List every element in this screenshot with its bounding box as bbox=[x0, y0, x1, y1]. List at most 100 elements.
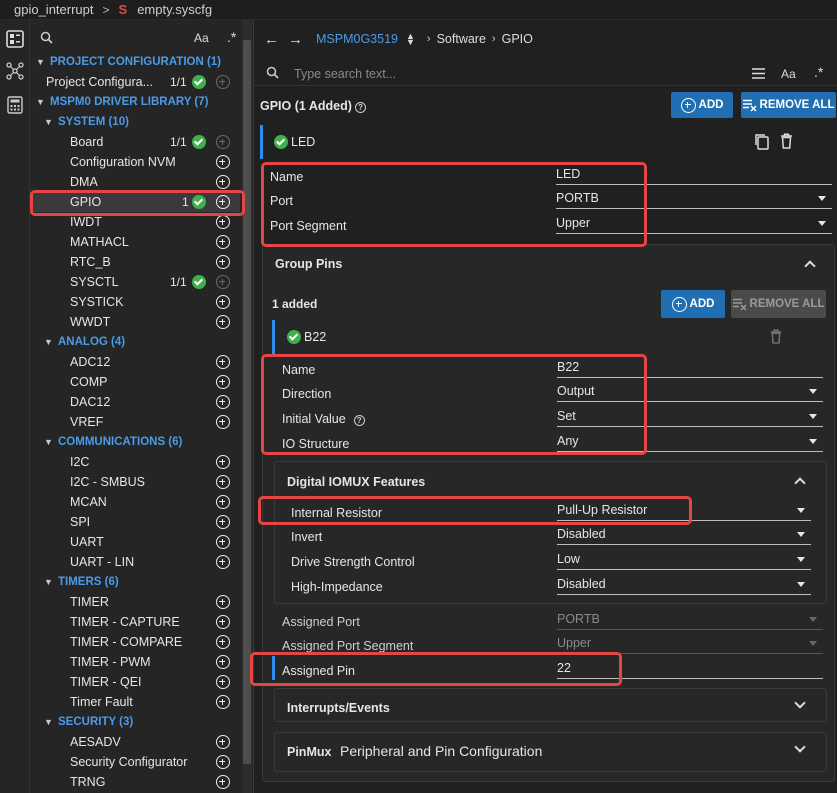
nav-section[interactable]: ▼ TIMERS (6) bbox=[30, 572, 240, 592]
add-circle-icon[interactable] bbox=[216, 255, 230, 269]
add-button[interactable]: ADD bbox=[671, 92, 733, 118]
add-circle-icon[interactable] bbox=[216, 635, 230, 649]
software-view-icon[interactable] bbox=[4, 28, 26, 50]
crumb-gpio[interactable]: GPIO bbox=[502, 32, 533, 46]
iomux-title[interactable]: Digital IOMUX Features bbox=[287, 475, 425, 489]
nav-section[interactable]: ▼ SYSTEM (10) bbox=[30, 112, 240, 132]
nav-item[interactable]: COMP bbox=[30, 372, 240, 392]
trash-icon[interactable] bbox=[770, 329, 782, 347]
chevron-down-icon[interactable]: ▼ bbox=[36, 52, 45, 72]
nav-item[interactable]: MATHACL bbox=[30, 232, 240, 252]
nav-item[interactable]: I2C - SMBUS bbox=[30, 472, 240, 492]
add-circle-icon[interactable] bbox=[216, 155, 230, 169]
pinmux-title[interactable]: PinMux bbox=[287, 745, 331, 759]
invert-select[interactable]: Disabled bbox=[557, 525, 811, 545]
remove-all-button[interactable]: REMOVE ALL bbox=[741, 92, 836, 118]
add-circle-icon[interactable] bbox=[216, 75, 230, 89]
chevron-down-icon[interactable]: ▼ bbox=[44, 712, 53, 732]
add-circle-icon[interactable] bbox=[216, 275, 230, 289]
nav-item[interactable]: Configuration NVM bbox=[30, 152, 240, 172]
nav-item[interactable]: SYSCTL 1/1 bbox=[30, 272, 240, 292]
add-circle-icon[interactable] bbox=[216, 415, 230, 429]
project-name[interactable]: gpio_interrupt bbox=[14, 2, 94, 17]
nav-section[interactable]: ▼ MSPM0 DRIVER LIBRARY (7) bbox=[30, 92, 240, 112]
add-circle-icon[interactable] bbox=[216, 615, 230, 629]
add-circle-icon[interactable] bbox=[216, 675, 230, 689]
chevron-down-icon[interactable]: ▼ bbox=[44, 432, 53, 452]
nav-section[interactable]: ▼ SECURITY (3) bbox=[30, 712, 240, 732]
interrupts-title[interactable]: Interrupts/Events bbox=[287, 701, 390, 715]
hierarchy-view-icon[interactable] bbox=[4, 60, 26, 82]
group-pins-title[interactable]: Group Pins bbox=[275, 257, 342, 271]
nav-item[interactable]: SYSTICK bbox=[30, 292, 240, 312]
add-circle-icon[interactable] bbox=[216, 135, 230, 149]
add-circle-icon[interactable] bbox=[216, 475, 230, 489]
match-case-icon[interactable]: Aa bbox=[781, 67, 796, 81]
nav-item[interactable]: UART - LIN bbox=[30, 552, 240, 572]
copy-icon[interactable] bbox=[754, 133, 769, 153]
search-input[interactable] bbox=[294, 65, 734, 83]
nav-item[interactable]: Timer Fault bbox=[30, 692, 240, 712]
add-circle-icon[interactable] bbox=[216, 355, 230, 369]
nav-section[interactable]: ▼ COMMUNICATIONS (6) bbox=[30, 432, 240, 452]
nav-item[interactable]: Board 1/1 bbox=[30, 132, 240, 152]
high-impedance-select[interactable]: Disabled bbox=[557, 575, 811, 595]
nav-item[interactable]: Project Configura... 1/1 bbox=[30, 72, 240, 92]
nav-item[interactable]: TIMER - QEI bbox=[30, 672, 240, 692]
add-circle-icon[interactable] bbox=[216, 395, 230, 409]
add-circle-icon[interactable] bbox=[216, 375, 230, 389]
add-circle-icon[interactable] bbox=[216, 595, 230, 609]
back-arrow-icon[interactable]: ← bbox=[264, 31, 280, 48]
nav-item[interactable]: RTC_B bbox=[30, 252, 240, 272]
add-circle-icon[interactable] bbox=[216, 495, 230, 509]
nav-item[interactable]: DMA bbox=[30, 172, 240, 192]
nav-section[interactable]: ▼ ANALOG (4) bbox=[30, 332, 240, 352]
regex-icon[interactable]: .* bbox=[814, 64, 823, 80]
nav-section[interactable]: ▼ PROJECT CONFIGURATION (1) bbox=[30, 52, 240, 72]
nav-item[interactable]: I2C bbox=[30, 452, 240, 472]
nav-item[interactable]: SPI bbox=[30, 512, 240, 532]
add-circle-icon[interactable] bbox=[216, 235, 230, 249]
add-circle-icon[interactable] bbox=[216, 535, 230, 549]
help-icon[interactable]: ? bbox=[354, 102, 366, 113]
device-selector[interactable]: MSPM0G3519 bbox=[316, 32, 398, 46]
add-circle-icon[interactable] bbox=[216, 555, 230, 569]
updown-icon[interactable]: ▲ ▼ bbox=[406, 32, 415, 47]
nav-item[interactable]: VREF bbox=[30, 412, 240, 432]
calculator-icon[interactable] bbox=[4, 94, 26, 116]
list-view-icon[interactable] bbox=[752, 68, 765, 82]
file-name[interactable]: empty.syscfg bbox=[137, 2, 212, 17]
nav-item[interactable]: TIMER - CAPTURE bbox=[30, 612, 240, 632]
add-circle-icon[interactable] bbox=[216, 755, 230, 769]
nav-item[interactable]: TRNG bbox=[30, 772, 240, 792]
nav-item[interactable]: DAC12 bbox=[30, 392, 240, 412]
chevron-down-icon[interactable]: ▼ bbox=[44, 332, 53, 352]
chevron-down-icon[interactable]: ▼ bbox=[44, 572, 53, 592]
add-pin-button[interactable]: ADD bbox=[661, 290, 725, 318]
add-circle-icon[interactable] bbox=[216, 515, 230, 529]
chevron-down-icon[interactable]: ▼ bbox=[44, 112, 53, 132]
match-case-icon[interactable]: Aa bbox=[194, 31, 209, 45]
add-circle-icon[interactable] bbox=[216, 215, 230, 229]
search-icon[interactable] bbox=[266, 66, 279, 82]
pin-b22[interactable]: B22 bbox=[272, 320, 827, 354]
chevron-down-icon[interactable]: ▼ bbox=[36, 92, 45, 112]
crumb-software[interactable]: Software bbox=[437, 32, 486, 46]
search-icon[interactable] bbox=[40, 31, 53, 47]
forward-arrow-icon[interactable]: → bbox=[288, 31, 304, 48]
drive-strength-select[interactable]: Low bbox=[557, 550, 811, 570]
nav-item[interactable]: Security Configurator bbox=[30, 752, 240, 772]
nav-item[interactable]: WWDT bbox=[30, 312, 240, 332]
add-circle-icon[interactable] bbox=[216, 695, 230, 709]
nav-item[interactable]: ADC12 bbox=[30, 352, 240, 372]
nav-item[interactable]: TIMER - PWM bbox=[30, 652, 240, 672]
add-circle-icon[interactable] bbox=[216, 295, 230, 309]
add-circle-icon[interactable] bbox=[216, 455, 230, 469]
nav-item[interactable]: TIMER bbox=[30, 592, 240, 612]
nav-item[interactable]: MCAN bbox=[30, 492, 240, 512]
nav-item[interactable]: AESADV bbox=[30, 732, 240, 752]
trash-icon[interactable] bbox=[780, 133, 793, 152]
add-circle-icon[interactable] bbox=[216, 315, 230, 329]
add-circle-icon[interactable] bbox=[216, 175, 230, 189]
nav-item[interactable]: TIMER - COMPARE bbox=[30, 632, 240, 652]
